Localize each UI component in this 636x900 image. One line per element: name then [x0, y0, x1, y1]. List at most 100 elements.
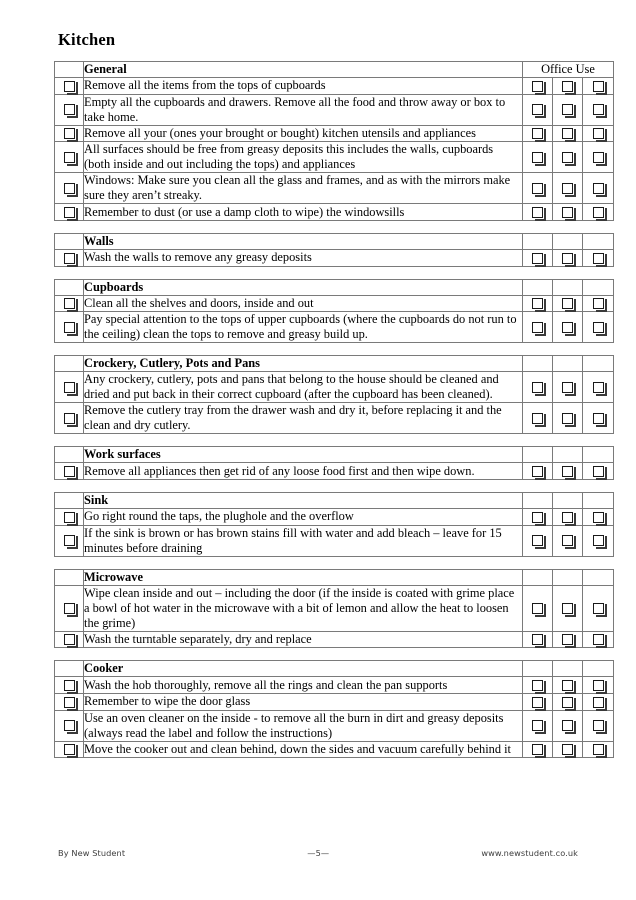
- task-checkbox-cell[interactable]: [54, 740, 84, 759]
- office-use-checkbox-cell-2[interactable]: [552, 462, 583, 480]
- office-use-checkbox-cell-3[interactable]: [582, 248, 614, 267]
- empty-checkbox-icon[interactable]: [532, 511, 546, 526]
- empty-checkbox-icon[interactable]: [63, 602, 78, 617]
- office-use-checkbox-cell-3[interactable]: [582, 524, 614, 557]
- empty-checkbox-icon[interactable]: [532, 80, 546, 95]
- office-use-checkbox-cell-2[interactable]: [552, 402, 583, 435]
- office-use-checkbox-cell-2[interactable]: [552, 77, 583, 95]
- office-use-checkbox-cell-3[interactable]: [582, 740, 614, 759]
- empty-checkbox-icon[interactable]: [592, 602, 607, 617]
- office-use-checkbox-cell-2[interactable]: [552, 692, 583, 711]
- empty-checkbox-icon[interactable]: [562, 634, 576, 649]
- task-checkbox-cell[interactable]: [54, 584, 84, 632]
- empty-checkbox-icon[interactable]: [562, 465, 576, 480]
- empty-checkbox-icon[interactable]: [592, 679, 607, 694]
- empty-checkbox-icon[interactable]: [63, 382, 78, 397]
- office-use-checkbox-cell-3[interactable]: [582, 172, 614, 205]
- empty-checkbox-icon[interactable]: [592, 720, 607, 735]
- empty-checkbox-icon[interactable]: [63, 679, 78, 694]
- office-use-checkbox-cell-2[interactable]: [552, 141, 583, 174]
- task-checkbox-cell[interactable]: [54, 507, 84, 526]
- empty-checkbox-icon[interactable]: [532, 382, 546, 397]
- office-use-checkbox-cell-1[interactable]: [522, 124, 553, 143]
- empty-checkbox-icon[interactable]: [532, 696, 546, 711]
- office-use-checkbox-cell-3[interactable]: [582, 141, 614, 174]
- empty-checkbox-icon[interactable]: [562, 744, 576, 759]
- office-use-checkbox-cell-3[interactable]: [582, 77, 614, 95]
- empty-checkbox-icon[interactable]: [532, 720, 546, 735]
- empty-checkbox-icon[interactable]: [562, 511, 576, 526]
- task-checkbox-cell[interactable]: [54, 462, 84, 480]
- office-use-checkbox-cell-1[interactable]: [522, 630, 553, 649]
- office-use-checkbox-cell-3[interactable]: [582, 692, 614, 711]
- office-use-checkbox-cell-2[interactable]: [552, 172, 583, 205]
- task-checkbox-cell[interactable]: [54, 172, 84, 205]
- empty-checkbox-icon[interactable]: [63, 252, 78, 267]
- office-use-checkbox-cell-3[interactable]: [582, 203, 614, 221]
- office-use-checkbox-cell-1[interactable]: [522, 172, 553, 205]
- office-use-checkbox-cell-1[interactable]: [522, 740, 553, 759]
- empty-checkbox-icon[interactable]: [562, 382, 576, 397]
- empty-checkbox-icon[interactable]: [63, 535, 78, 550]
- empty-checkbox-icon[interactable]: [592, 696, 607, 711]
- empty-checkbox-icon[interactable]: [532, 535, 546, 550]
- empty-checkbox-icon[interactable]: [63, 511, 78, 526]
- empty-checkbox-icon[interactable]: [592, 634, 607, 649]
- task-checkbox-cell[interactable]: [54, 630, 84, 649]
- empty-checkbox-icon[interactable]: [532, 413, 546, 428]
- empty-checkbox-icon[interactable]: [562, 602, 576, 617]
- office-use-checkbox-cell-3[interactable]: [582, 584, 614, 632]
- office-use-checkbox-cell-1[interactable]: [522, 371, 553, 404]
- empty-checkbox-icon[interactable]: [592, 465, 607, 480]
- task-checkbox-cell[interactable]: [54, 294, 84, 313]
- empty-checkbox-icon[interactable]: [63, 80, 78, 95]
- empty-checkbox-icon[interactable]: [562, 413, 576, 428]
- empty-checkbox-icon[interactable]: [562, 206, 576, 221]
- empty-checkbox-icon[interactable]: [562, 535, 576, 550]
- empty-checkbox-icon[interactable]: [63, 744, 78, 759]
- office-use-checkbox-cell-1[interactable]: [522, 507, 553, 526]
- task-checkbox-cell[interactable]: [54, 77, 84, 95]
- empty-checkbox-icon[interactable]: [592, 413, 607, 428]
- office-use-checkbox-cell-3[interactable]: [582, 371, 614, 404]
- task-checkbox-cell[interactable]: [54, 371, 84, 404]
- empty-checkbox-icon[interactable]: [592, 80, 607, 95]
- empty-checkbox-icon[interactable]: [562, 252, 576, 267]
- empty-checkbox-icon[interactable]: [562, 104, 576, 119]
- office-use-checkbox-cell-1[interactable]: [522, 692, 553, 711]
- office-use-checkbox-cell-1[interactable]: [522, 524, 553, 557]
- office-use-checkbox-cell-2[interactable]: [552, 124, 583, 143]
- office-use-checkbox-cell-2[interactable]: [552, 507, 583, 526]
- office-use-checkbox-cell-3[interactable]: [582, 311, 614, 344]
- task-checkbox-cell[interactable]: [54, 311, 84, 344]
- office-use-checkbox-cell-3[interactable]: [582, 294, 614, 313]
- office-use-checkbox-cell-1[interactable]: [522, 93, 553, 126]
- empty-checkbox-icon[interactable]: [532, 252, 546, 267]
- office-use-checkbox-cell-1[interactable]: [522, 294, 553, 313]
- empty-checkbox-icon[interactable]: [532, 183, 546, 198]
- empty-checkbox-icon[interactable]: [63, 128, 78, 143]
- office-use-checkbox-cell-2[interactable]: [552, 630, 583, 649]
- empty-checkbox-icon[interactable]: [592, 298, 607, 313]
- empty-checkbox-icon[interactable]: [532, 679, 546, 694]
- empty-checkbox-icon[interactable]: [562, 720, 576, 735]
- empty-checkbox-icon[interactable]: [562, 679, 576, 694]
- office-use-checkbox-cell-1[interactable]: [522, 676, 553, 694]
- office-use-checkbox-cell-1[interactable]: [522, 584, 553, 632]
- office-use-checkbox-cell-2[interactable]: [552, 248, 583, 267]
- empty-checkbox-icon[interactable]: [63, 465, 78, 480]
- empty-checkbox-icon[interactable]: [63, 298, 78, 313]
- empty-checkbox-icon[interactable]: [63, 322, 78, 337]
- empty-checkbox-icon[interactable]: [562, 152, 576, 167]
- empty-checkbox-icon[interactable]: [592, 511, 607, 526]
- office-use-checkbox-cell-3[interactable]: [582, 676, 614, 694]
- empty-checkbox-icon[interactable]: [562, 696, 576, 711]
- office-use-checkbox-cell-1[interactable]: [522, 709, 553, 742]
- empty-checkbox-icon[interactable]: [532, 298, 546, 313]
- task-checkbox-cell[interactable]: [54, 676, 84, 694]
- empty-checkbox-icon[interactable]: [532, 744, 546, 759]
- empty-checkbox-icon[interactable]: [592, 128, 607, 143]
- task-checkbox-cell[interactable]: [54, 709, 84, 742]
- empty-checkbox-icon[interactable]: [532, 206, 546, 221]
- empty-checkbox-icon[interactable]: [63, 634, 78, 649]
